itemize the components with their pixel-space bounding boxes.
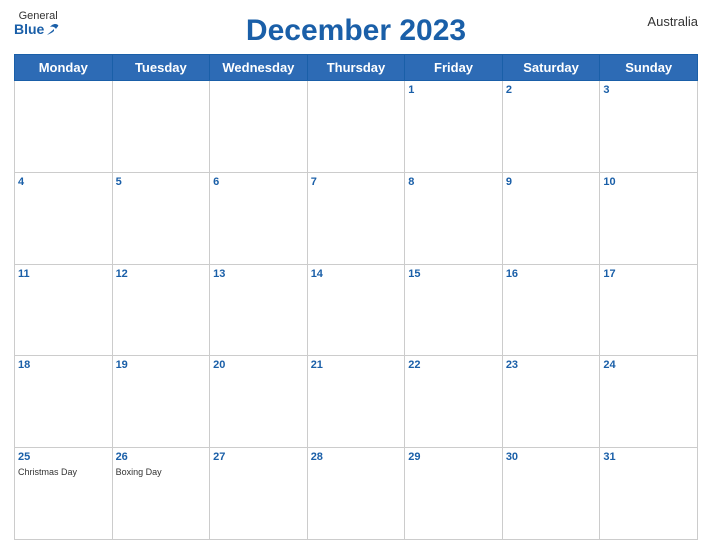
day-cell-1-0: 4	[15, 172, 113, 264]
week-row-1: 123	[15, 81, 698, 173]
col-header-monday: Monday	[15, 55, 113, 81]
day-cell-1-4: 8	[405, 172, 503, 264]
day-cell-2-3: 14	[307, 264, 405, 356]
day-cell-4-4: 29	[405, 448, 503, 540]
day-cell-4-6: 31	[600, 448, 698, 540]
day-cell-2-5: 16	[502, 264, 600, 356]
day-cell-3-1: 19	[112, 356, 210, 448]
day-cell-0-1	[112, 81, 210, 173]
day-cell-4-5: 30	[502, 448, 600, 540]
day-cell-4-1: 26 Boxing Day	[112, 448, 210, 540]
day-number: 11	[18, 267, 109, 282]
day-cell-1-6: 10	[600, 172, 698, 264]
week-row-4: 18 19 20 21 22 23 24	[15, 356, 698, 448]
day-cell-1-1: 5	[112, 172, 210, 264]
col-header-sunday: Sunday	[600, 55, 698, 81]
day-number: 8	[408, 175, 499, 190]
day-number: 1	[408, 83, 499, 98]
day-cell-0-2	[210, 81, 308, 173]
day-cell-1-3: 7	[307, 172, 405, 264]
day-cell-3-0: 18	[15, 356, 113, 448]
day-number: 2	[506, 83, 597, 98]
day-cell-0-4: 1	[405, 81, 503, 173]
day-cell-2-1: 12	[112, 264, 210, 356]
day-number: 7	[311, 175, 402, 190]
calendar-table: Monday Tuesday Wednesday Thursday Friday…	[14, 54, 698, 540]
day-cell-2-4: 15	[405, 264, 503, 356]
logo-blue-text: Blue	[14, 22, 44, 37]
day-cell-3-6: 24	[600, 356, 698, 448]
col-header-tuesday: Tuesday	[112, 55, 210, 81]
day-number: 10	[603, 175, 694, 190]
day-number: 28	[311, 450, 402, 465]
holiday-label: Boxing Day	[116, 467, 207, 479]
day-number: 15	[408, 267, 499, 282]
day-number: 23	[506, 358, 597, 373]
day-number: 22	[408, 358, 499, 373]
day-number: 16	[506, 267, 597, 282]
day-number: 25	[18, 450, 109, 465]
day-cell-2-2: 13	[210, 264, 308, 356]
day-number: 13	[213, 267, 304, 282]
day-cell-3-5: 23	[502, 356, 600, 448]
day-cell-0-6: 3	[600, 81, 698, 173]
day-number: 21	[311, 358, 402, 373]
day-cell-3-3: 21	[307, 356, 405, 448]
col-header-saturday: Saturday	[502, 55, 600, 81]
calendar-title: December 2023	[246, 14, 466, 48]
day-number: 20	[213, 358, 304, 373]
day-number: 12	[116, 267, 207, 282]
logo: General Blue	[14, 10, 62, 37]
day-cell-4-2: 27	[210, 448, 308, 540]
day-number: 29	[408, 450, 499, 465]
day-number: 6	[213, 175, 304, 190]
week-row-5: 25 Christmas Day 26 Boxing Day 27 28 29 30 31	[15, 448, 698, 540]
day-number: 5	[116, 175, 207, 190]
day-number: 19	[116, 358, 207, 373]
col-header-friday: Friday	[405, 55, 503, 81]
day-number: 31	[603, 450, 694, 465]
week-row-3: 11 12 13 14 15 16 17	[15, 264, 698, 356]
day-cell-1-5: 9	[502, 172, 600, 264]
day-number: 9	[506, 175, 597, 190]
day-cell-0-3	[307, 81, 405, 173]
day-number: 17	[603, 267, 694, 282]
calendar-page: General Blue December 2023 Australia Mon…	[0, 0, 712, 550]
day-number: 3	[603, 83, 694, 98]
day-number: 26	[116, 450, 207, 465]
day-cell-3-4: 22	[405, 356, 503, 448]
day-cell-4-3: 28	[307, 448, 405, 540]
col-header-wednesday: Wednesday	[210, 55, 308, 81]
week-row-2: 456789 10	[15, 172, 698, 264]
day-cell-0-0	[15, 81, 113, 173]
day-cell-2-6: 17	[600, 264, 698, 356]
day-number: 30	[506, 450, 597, 465]
day-number: 4	[18, 175, 109, 190]
day-cell-0-5: 2	[502, 81, 600, 173]
days-header-row: Monday Tuesday Wednesday Thursday Friday…	[15, 55, 698, 81]
col-header-thursday: Thursday	[307, 55, 405, 81]
day-cell-3-2: 20	[210, 356, 308, 448]
day-number: 27	[213, 450, 304, 465]
day-cell-2-0: 11	[15, 264, 113, 356]
country-label: Australia	[647, 14, 698, 29]
holiday-label: Christmas Day	[18, 467, 109, 479]
day-cell-1-2: 6	[210, 172, 308, 264]
day-cell-4-0: 25 Christmas Day	[15, 448, 113, 540]
day-number: 18	[18, 358, 109, 373]
day-number: 24	[603, 358, 694, 373]
calendar-header: General Blue December 2023 Australia	[14, 10, 698, 48]
day-number: 14	[311, 267, 402, 282]
logo-bird-icon	[46, 23, 62, 37]
